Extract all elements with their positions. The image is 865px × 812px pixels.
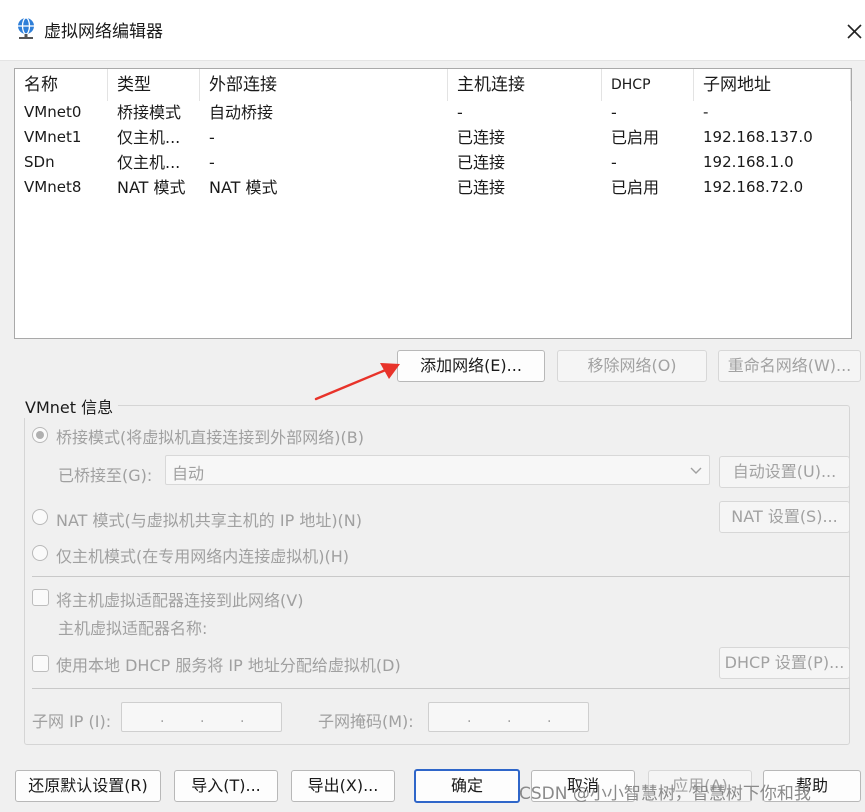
bridged-to-label: 已桥接至(G): (58, 466, 153, 485)
column-header-external[interactable]: 外部连接 (200, 69, 448, 101)
network-list[interactable]: 名称 类型 外部连接 主机连接 DHCP 子网地址 VMnet0 桥接模式 自动… (14, 68, 852, 339)
window-title: 虚拟网络编辑器 (44, 22, 163, 42)
ip-dot: . (547, 710, 552, 726)
subnet-mask-input[interactable]: . . . (428, 702, 589, 732)
column-header-type[interactable]: 类型 (108, 69, 200, 101)
bridged-radio[interactable] (32, 427, 48, 443)
nat-radio-label: NAT 模式(与虚拟机共享主机的 IP 地址)(N) (56, 511, 363, 530)
ip-dot: . (200, 710, 205, 726)
export-button[interactable]: 导出(X)... (291, 770, 395, 802)
ip-dot: . (240, 710, 245, 726)
ip-dot: . (160, 710, 165, 726)
divider (32, 576, 850, 577)
cell-external: - (209, 153, 215, 172)
watermark: CSDN @小小智慧树，智慧树下你和我 (519, 784, 811, 804)
hostonly-radio[interactable] (32, 545, 48, 561)
cell-name: VMnet0 (24, 103, 82, 121)
ip-dot: . (507, 710, 512, 726)
rename-network-button[interactable]: 重命名网络(W)... (718, 350, 861, 382)
close-icon[interactable] (838, 18, 865, 44)
remove-network-button[interactable]: 移除网络(O) (557, 350, 707, 382)
cell-host: 已连接 (457, 153, 506, 172)
column-header-subnet[interactable]: 子网地址 (694, 69, 851, 101)
cell-dhcp: - (611, 103, 617, 122)
connect-adapter-label: 将主机虚拟适配器连接到此网络(V) (56, 591, 304, 610)
cell-name: VMnet8 (24, 178, 82, 196)
divider (32, 688, 850, 689)
cell-host: - (457, 103, 463, 122)
dhcp-settings-button[interactable]: DHCP 设置(P)... (719, 647, 850, 679)
network-globe-icon (18, 17, 34, 39)
cell-dhcp: 已启用 (611, 178, 660, 197)
use-dhcp-checkbox[interactable] (32, 655, 49, 672)
nat-radio[interactable] (32, 509, 48, 525)
import-button[interactable]: 导入(T)... (174, 770, 278, 802)
cell-subnet: - (703, 103, 709, 121)
column-header-host[interactable]: 主机连接 (448, 69, 602, 101)
nat-settings-button[interactable]: NAT 设置(S)... (719, 501, 850, 533)
cell-subnet: 192.168.1.0 (703, 153, 794, 171)
vmnet-info-label: VMnet 信息 (20, 394, 119, 418)
cell-subnet: 192.168.137.0 (703, 128, 813, 146)
cell-host: 已连接 (457, 128, 506, 147)
add-network-button[interactable]: 添加网络(E)... (397, 350, 545, 382)
cell-type: NAT 模式 (117, 178, 186, 197)
cell-external: 自动桥接 (209, 103, 274, 122)
hostonly-radio-label: 仅主机模式(在专用网络内连接虚拟机)(H) (56, 547, 350, 566)
cell-type: 桥接模式 (117, 103, 182, 122)
auto-settings-button[interactable]: 自动设置(U)... (719, 456, 850, 488)
column-header-dhcp[interactable]: DHCP (602, 69, 694, 101)
cell-dhcp: - (611, 153, 617, 172)
subnet-ip-input[interactable]: . . . (121, 702, 282, 732)
annotation-arrow-icon (314, 363, 400, 401)
bridged-to-value: 自动 (172, 464, 205, 483)
cell-external: NAT 模式 (209, 178, 278, 197)
ip-dot: . (467, 710, 472, 726)
cell-name: VMnet1 (24, 128, 82, 146)
cell-dhcp: 已启用 (611, 128, 660, 147)
column-header-name[interactable]: 名称 (15, 69, 108, 101)
cell-name: SDn (24, 153, 55, 171)
cell-type: 仅主机... (117, 153, 181, 172)
cell-external: - (209, 128, 215, 147)
subnet-mask-label: 子网掩码(M): (318, 712, 414, 731)
chevron-down-icon (690, 467, 702, 474)
connect-adapter-checkbox[interactable] (32, 589, 49, 606)
cell-subnet: 192.168.72.0 (703, 178, 804, 196)
subnet-ip-label: 子网 IP (I): (32, 712, 112, 731)
ok-button[interactable]: 确定 (414, 769, 520, 803)
use-dhcp-label: 使用本地 DHCP 服务将 IP 地址分配给虚拟机(D) (56, 656, 401, 675)
adapter-name-label: 主机虚拟适配器名称: (58, 619, 208, 638)
bridged-to-select[interactable]: 自动 (165, 455, 710, 485)
cell-type: 仅主机... (117, 128, 181, 147)
cell-host: 已连接 (457, 178, 506, 197)
restore-defaults-button[interactable]: 还原默认设置(R) (15, 770, 161, 802)
bridged-radio-label: 桥接模式(将虚拟机直接连接到外部网络)(B) (56, 428, 364, 447)
